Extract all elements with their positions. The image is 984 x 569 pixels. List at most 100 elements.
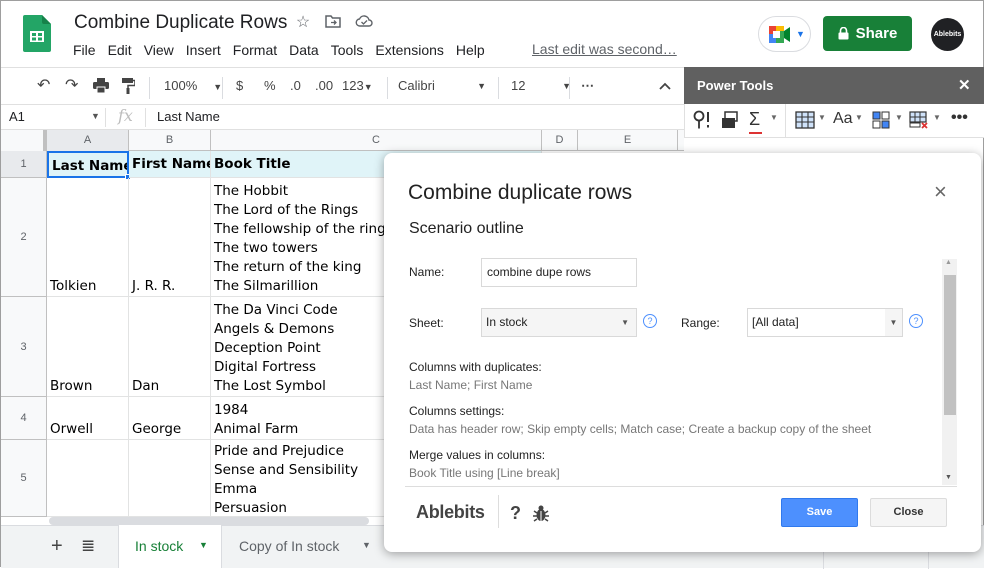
column-header-e[interactable]: E [578,130,678,151]
chevron-down-icon[interactable]: ▼ [91,111,100,121]
share-button[interactable]: Share [823,16,912,51]
chevron-down-icon: ▼ [362,540,371,550]
clear-data-icon[interactable] [721,111,739,134]
horizontal-scrollbar[interactable] [49,517,369,525]
help-icon[interactable]: ? [510,503,521,524]
cell-b5[interactable] [129,440,211,517]
chevron-down-icon: ▼ [621,318,629,327]
save-button[interactable]: Save [781,498,858,527]
close-button[interactable]: Close [870,498,947,527]
cell-a3[interactable]: Brown [47,297,129,397]
more-options-icon[interactable]: ⋯ [581,78,594,94]
cell-b2[interactable]: J. R. R. [129,178,211,297]
find-replace-icon[interactable] [693,110,713,135]
range-select[interactable]: [All data] ▼ [747,308,903,337]
scroll-down-arrow[interactable]: ▼ [945,474,952,481]
column-headers: A B C D E [1,130,684,151]
increase-decimal-button[interactable]: .00 [315,78,333,94]
decrease-decimal-button[interactable]: .0 [290,78,301,94]
document-title[interactable]: Combine Duplicate Rows [74,12,287,34]
chevron-down-icon[interactable]: ▼ [818,113,826,122]
row-header-5[interactable]: 5 [1,440,47,517]
font-select[interactable]: Calibri ▼ [398,78,486,94]
merge-combine-icon[interactable] [872,111,890,134]
range-help-icon[interactable]: ? [909,314,923,328]
dialog-close-icon[interactable]: × [934,179,947,205]
percent-format-button[interactable]: % [264,78,276,94]
report-bug-icon[interactable] [533,504,549,527]
chevron-down-icon[interactable]: ▼ [770,113,778,122]
formula-input[interactable]: Last Name [157,109,220,124]
menu-tools[interactable]: Tools [325,41,370,59]
dedupe-icon[interactable] [909,111,929,134]
font-size-select[interactable]: 12 ▼ [511,78,571,94]
menu-data[interactable]: Data [283,41,325,59]
paint-format-icon[interactable] [122,78,136,98]
redo-icon[interactable]: ↷ [65,78,78,94]
vertical-scrollbar[interactable] [944,275,956,415]
text-tools-icon[interactable]: Aa [833,110,853,128]
row-header-1[interactable]: 1 [1,151,47,178]
sheet-help-icon[interactable]: ? [643,314,657,328]
column-header-a[interactable]: A [47,130,129,151]
cell-a4[interactable]: Orwell [47,397,129,440]
star-icon[interactable]: ☆ [294,14,312,32]
cell-text: Tolkien [50,278,97,294]
cell-b3[interactable]: Dan [129,297,211,397]
sheets-logo-icon[interactable] [23,15,51,52]
scenario-name-input[interactable]: combine dupe rows [481,258,637,287]
chevron-down-icon: ▼ [885,309,902,336]
column-header-b[interactable]: B [129,130,211,151]
chevron-down-icon[interactable]: ▼ [933,113,941,122]
account-avatar[interactable]: Ablebits [931,18,964,51]
cell-b1[interactable]: First Name [129,151,211,178]
column-header-c[interactable]: C [211,130,542,151]
lock-icon [838,27,849,40]
close-sidebar-button[interactable]: ✕ [958,76,971,94]
menu-view[interactable]: View [138,41,180,59]
menu-format[interactable]: Format [227,41,283,59]
table-tools-icon[interactable] [795,111,815,134]
print-icon[interactable] [93,78,109,97]
sheet-tab-copy-of-in-stock[interactable]: Copy of In stock ▼ [222,525,382,568]
cell-a5[interactable] [47,440,129,517]
ablebits-logo[interactable]: Ablebits [416,502,485,523]
add-sheet-button[interactable]: + [51,535,63,558]
columns-with-duplicates-value: Last Name; First Name [409,378,533,392]
all-sheets-button[interactable]: ≣ [81,536,95,556]
menu-help[interactable]: Help [450,41,491,59]
row-header-4[interactable]: 4 [1,397,47,440]
formulas-sigma-icon[interactable]: Σ [749,109,762,134]
menu-file[interactable]: File [73,41,102,59]
cell-a2[interactable]: Tolkien [47,178,129,297]
sheet-select[interactable]: In stock ▼ [481,308,637,337]
number-format-select[interactable]: 123▼ [342,78,373,95]
collapse-toolbar-icon[interactable] [659,78,671,94]
name-box[interactable]: A1 [9,109,25,124]
cell-b4[interactable]: George [129,397,211,440]
cell-text: George [132,421,182,437]
chevron-down-icon[interactable]: ▼ [895,113,903,122]
chevron-down-icon[interactable]: ▼ [855,113,863,122]
horizontal-scroll-track [47,517,387,525]
last-edit-link[interactable]: Last edit was second… [532,41,677,57]
zoom-value: 100% [164,78,198,93]
row-header-2[interactable]: 2 [1,178,47,297]
meet-button[interactable]: ▼ [758,16,811,52]
row-header-3[interactable]: 3 [1,297,47,397]
column-header-d[interactable]: D [542,130,578,151]
cloud-saved-icon[interactable] [355,14,373,32]
zoom-select[interactable]: 100% ▼ [164,78,222,95]
select-all-corner[interactable] [1,130,47,151]
move-folder-icon[interactable] [324,14,342,32]
sheet-tab-in-stock[interactable]: In stock ▼ [118,525,222,568]
more-tools-icon[interactable]: ••• [951,109,968,127]
undo-icon[interactable]: ↶ [37,78,50,94]
cell-a1[interactable]: Last Name [47,151,129,178]
currency-format-button[interactable]: $ [236,78,243,94]
menu-edit[interactable]: Edit [102,41,138,59]
scroll-up-arrow[interactable]: ▲ [945,259,952,266]
toolbar: ↶ ↷ 100% ▼ $ % .0 .00 123▼ Calibri ▼ 12 ▼ ⋯ [1,67,684,105]
menu-insert[interactable]: Insert [180,41,227,59]
menu-extensions[interactable]: Extensions [369,41,449,59]
